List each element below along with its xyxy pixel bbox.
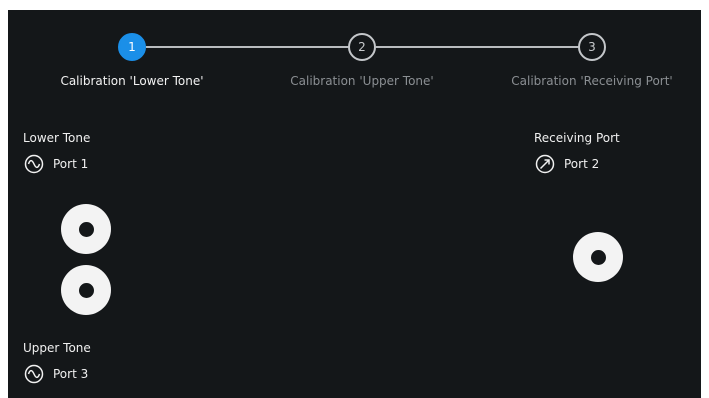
step-1-number: 1 <box>128 40 136 54</box>
port-2-connector[interactable] <box>573 232 623 282</box>
lower-tone-title: Lower Tone <box>23 131 91 145</box>
sine-wave-icon <box>24 364 44 384</box>
upper-tone-port: Port 3 <box>24 364 88 384</box>
step-2-number: 2 <box>358 40 366 54</box>
receiving-port-port: Port 2 <box>535 154 599 174</box>
step-3-indicator[interactable]: 3 <box>578 33 606 61</box>
step-1-indicator[interactable]: 1 <box>118 33 146 61</box>
step-3-label: Calibration 'Receiving Port' <box>511 74 673 88</box>
port-1-connector-center <box>78 221 94 237</box>
gauge-arrow-icon <box>535 154 555 174</box>
port-1-connector[interactable] <box>61 204 111 254</box>
sine-wave-icon <box>24 154 44 174</box>
receiving-port-title: Receiving Port <box>534 131 620 145</box>
port-2-connector-center <box>590 249 606 265</box>
receiving-port-port-label: Port 2 <box>564 157 600 171</box>
step-1-label: Calibration 'Lower Tone' <box>60 74 204 88</box>
port-3-connector[interactable] <box>61 265 111 315</box>
upper-tone-port-label: Port 3 <box>53 367 89 381</box>
step-2-label: Calibration 'Upper Tone' <box>290 74 434 88</box>
step-3-number: 3 <box>588 40 596 54</box>
step-2-indicator[interactable]: 2 <box>348 33 376 61</box>
upper-tone-title: Upper Tone <box>23 341 91 355</box>
lower-tone-port: Port 1 <box>24 154 88 174</box>
stepper-line-2-3 <box>376 46 592 48</box>
calibration-panel: 1 2 3 Calibration 'Lower Tone' Calibrati… <box>8 10 701 398</box>
port-3-connector-center <box>78 282 94 298</box>
lower-tone-port-label: Port 1 <box>53 157 89 171</box>
stepper-line-1-2 <box>146 46 362 48</box>
